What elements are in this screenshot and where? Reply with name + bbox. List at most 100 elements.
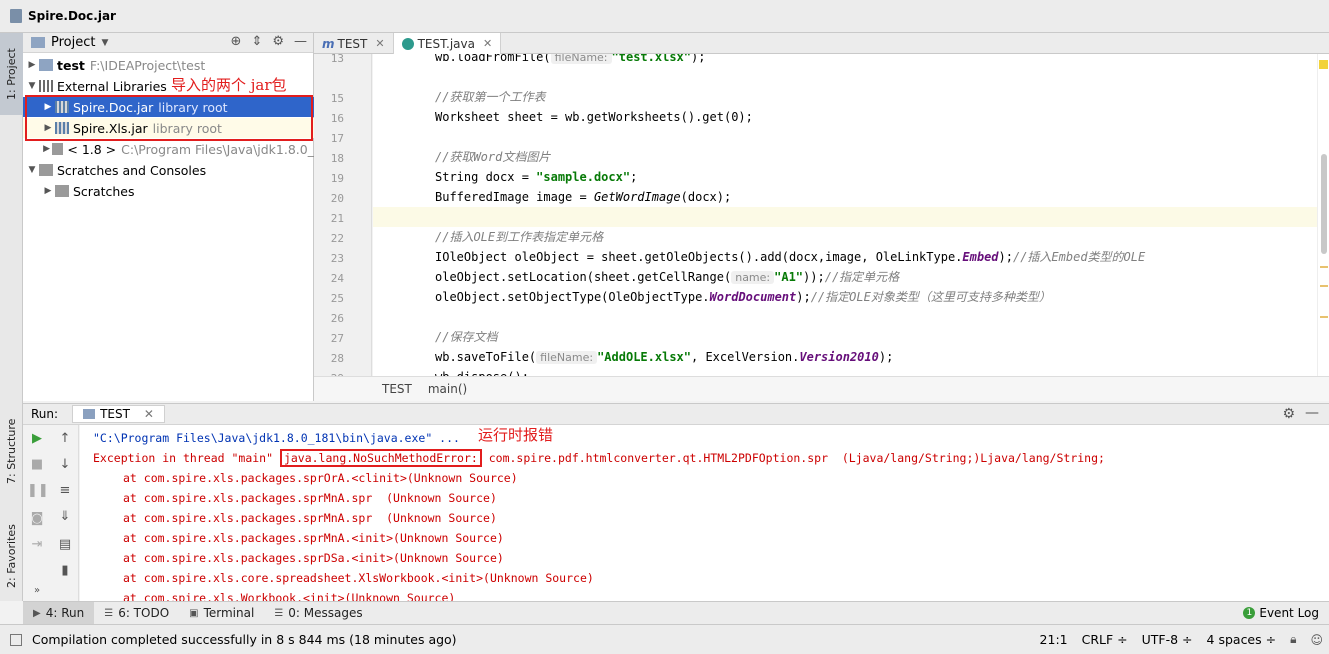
chevron-right-icon[interactable]: ▶ bbox=[25, 60, 39, 70]
print-icon[interactable]: ▤ bbox=[55, 537, 75, 552]
console-output[interactable]: "C:\Program Files\Java\jdk1.8.0_181\bin\… bbox=[80, 425, 1329, 601]
code-text: , ExcelVersion. bbox=[691, 350, 799, 364]
locate-icon[interactable]: ⊕ bbox=[231, 34, 242, 49]
tool-tab-run[interactable]: ▶4: Run bbox=[23, 602, 94, 625]
window-title: Spire.Doc.jar bbox=[28, 9, 116, 23]
project-tool-tab[interactable]: 1: Project bbox=[0, 33, 23, 115]
warning-indicator-icon[interactable] bbox=[1319, 60, 1328, 69]
collapse-all-icon[interactable]: ⇕ bbox=[251, 34, 262, 49]
tree-item-scratches-and-consoles[interactable]: ▼ Scratches and Consoles bbox=[23, 160, 314, 180]
editor-tabs: m TEST ✕ TEST.java ✕ bbox=[314, 33, 1329, 54]
tree-item-scratches[interactable]: ▶ Scratches bbox=[23, 181, 314, 201]
stack-frame[interactable]: at com.spire.xls.packages.sprOrA.<clinit… bbox=[123, 468, 518, 488]
chevron-right-icon[interactable]: ▶ bbox=[41, 186, 55, 196]
hide-icon[interactable]: — bbox=[294, 34, 307, 49]
code-enum: Version2010 bbox=[799, 350, 878, 364]
caret-position[interactable]: 21:1 bbox=[1040, 632, 1068, 647]
bottom-tool-tabs: ▶4: Run ☰6: TODO ▣Terminal ☰0: Messages … bbox=[23, 601, 1329, 624]
run-label: Run: bbox=[31, 407, 58, 421]
breadcrumb-item[interactable]: main() bbox=[428, 382, 467, 396]
tree-item-label: Scratches bbox=[73, 184, 135, 199]
code-comment: //指定单元格 bbox=[825, 270, 899, 284]
gear-icon[interactable]: ⚙ bbox=[1282, 406, 1295, 422]
tree-item-path: C:\Program Files\Java\jdk1.8.0_ bbox=[121, 142, 314, 157]
warning-marker[interactable] bbox=[1320, 285, 1328, 287]
file-encoding[interactable]: UTF-8 ÷ bbox=[1142, 632, 1193, 647]
chevron-down-icon[interactable]: ▼ bbox=[25, 165, 39, 175]
console-command-line: "C:\Program Files\Java\jdk1.8.0_181\bin\… bbox=[93, 428, 460, 448]
breadcrumb-item[interactable]: TEST bbox=[382, 382, 412, 396]
project-panel-header: Project ▼ ⊕ ⇕ ⚙ — bbox=[23, 33, 313, 53]
indent-setting[interactable]: 4 spaces ÷ bbox=[1207, 632, 1277, 647]
soft-wrap-icon[interactable]: ≡ bbox=[55, 483, 75, 498]
stack-frame[interactable]: at com.spire.xls.packages.sprMnA.spr (Un… bbox=[123, 488, 497, 508]
scratches-icon bbox=[39, 164, 53, 176]
run-tab-test[interactable]: TEST ✕ bbox=[72, 405, 165, 423]
code-text: oleObject.setLocation(sheet.getCellRange… bbox=[435, 270, 731, 284]
tool-tab-todo[interactable]: ☰6: TODO bbox=[94, 602, 179, 625]
tab-label: TEST bbox=[338, 37, 368, 51]
code-comment: //指定OLE对象类型（这里可支持多种类型） bbox=[811, 290, 1051, 304]
trash-icon[interactable]: ▮ bbox=[55, 563, 75, 578]
close-icon[interactable]: ✕ bbox=[144, 407, 154, 421]
breadcrumb: TEST main() bbox=[314, 376, 1329, 401]
status-message[interactable]: Compilation completed successfully in 8 … bbox=[32, 632, 457, 647]
pause-icon[interactable]: ❚❚ bbox=[27, 483, 47, 498]
event-log-button[interactable]: 1 Event Log bbox=[1243, 606, 1319, 620]
warning-marker[interactable] bbox=[1320, 266, 1328, 268]
stack-frame[interactable]: at com.spire.xls.packages.sprMnA.spr (Un… bbox=[123, 508, 497, 528]
code-line-28: wb.saveToFile(fileName:"AddOLE.xlsx", Ex… bbox=[435, 347, 893, 367]
stack-frame[interactable]: at com.spire.xls.packages.sprMnA.<init>(… bbox=[123, 528, 504, 548]
tool-window-toggle-icon[interactable] bbox=[10, 634, 22, 646]
scroll-to-end-icon[interactable]: ⇓ bbox=[55, 509, 75, 524]
project-view-selector[interactable]: Project bbox=[51, 35, 95, 50]
messages-icon: ☰ bbox=[274, 608, 283, 619]
camera-icon[interactable]: ◙ bbox=[27, 511, 47, 526]
close-icon[interactable]: ✕ bbox=[375, 37, 384, 50]
code-line-16: Worksheet sheet = wb.getWorksheets().get… bbox=[435, 107, 753, 127]
tree-item-jdk[interactable]: ▶ < 1.8 > C:\Program Files\Java\jdk1.8.0… bbox=[23, 139, 314, 159]
tree-item-test[interactable]: ▶ test F:\IDEAProject\test bbox=[23, 55, 314, 75]
stack-frame[interactable]: at com.spire.xls.packages.sprDSa.<init>(… bbox=[123, 548, 504, 568]
restore-layout-icon[interactable]: ⇥ bbox=[27, 537, 47, 552]
structure-tool-tab[interactable]: 7: Structure bbox=[0, 411, 23, 491]
line-number: 27 bbox=[314, 332, 344, 345]
stop-icon[interactable]: ■ bbox=[27, 457, 47, 472]
scroll-thumb[interactable] bbox=[1321, 154, 1327, 254]
arrow-down-icon[interactable]: ↓ bbox=[55, 457, 75, 472]
tool-tab-messages[interactable]: ☰0: Messages bbox=[264, 602, 372, 625]
inspector-icon[interactable]: ☺ bbox=[1310, 633, 1323, 647]
tool-tab-label: 6: TODO bbox=[118, 606, 169, 620]
rerun-icon[interactable]: ▶ bbox=[27, 431, 47, 446]
code-text: String docx = bbox=[435, 170, 536, 184]
gear-icon[interactable]: ⚙ bbox=[272, 34, 284, 49]
close-icon[interactable]: ✕ bbox=[483, 37, 492, 50]
code-line-13: wb.loadFromFile(fileName:"test.xlsx"); bbox=[435, 54, 705, 67]
more-icon[interactable]: » bbox=[27, 585, 47, 596]
warning-marker[interactable] bbox=[1320, 316, 1328, 318]
line-number: 25 bbox=[314, 292, 344, 305]
tab-test-java[interactable]: TEST.java ✕ bbox=[394, 33, 502, 54]
hide-icon[interactable]: — bbox=[1305, 405, 1319, 421]
tab-test[interactable]: m TEST ✕ bbox=[314, 33, 394, 54]
chevron-right-icon[interactable]: ▶ bbox=[41, 144, 52, 154]
code-line-20: BufferedImage image = GetWordImage(docx)… bbox=[435, 187, 731, 207]
code-text: ); bbox=[691, 54, 705, 64]
code-line-19: String docx = "sample.docx"; bbox=[435, 167, 637, 187]
chevron-down-icon[interactable]: ▼ bbox=[25, 81, 39, 91]
line-separator[interactable]: CRLF ÷ bbox=[1082, 632, 1128, 647]
editor-scrollbar[interactable] bbox=[1317, 54, 1329, 376]
tool-tab-terminal[interactable]: ▣Terminal bbox=[179, 602, 264, 625]
tool-tab-label: Terminal bbox=[204, 606, 255, 620]
arrow-up-icon[interactable]: ↑ bbox=[55, 431, 75, 446]
stack-frame[interactable]: at com.spire.xls.Workbook.<init>(Unknown… bbox=[123, 588, 455, 601]
code-editor[interactable]: wb.loadFromFile(fileName:"test.xlsx"); /… bbox=[373, 54, 1317, 376]
code-text: wb.loadFromFile( bbox=[435, 54, 551, 64]
line-number: 17 bbox=[314, 132, 344, 145]
lock-icon[interactable]: 🔒︎ bbox=[1290, 632, 1296, 647]
favorites-tool-tab[interactable]: 2: Favorites bbox=[0, 511, 23, 601]
chevron-down-icon[interactable]: ▼ bbox=[101, 38, 108, 48]
tree-item-label: Scratches and Consoles bbox=[57, 163, 206, 178]
folder-icon bbox=[39, 59, 53, 71]
stack-frame[interactable]: at com.spire.xls.core.spreadsheet.XlsWor… bbox=[123, 568, 594, 588]
